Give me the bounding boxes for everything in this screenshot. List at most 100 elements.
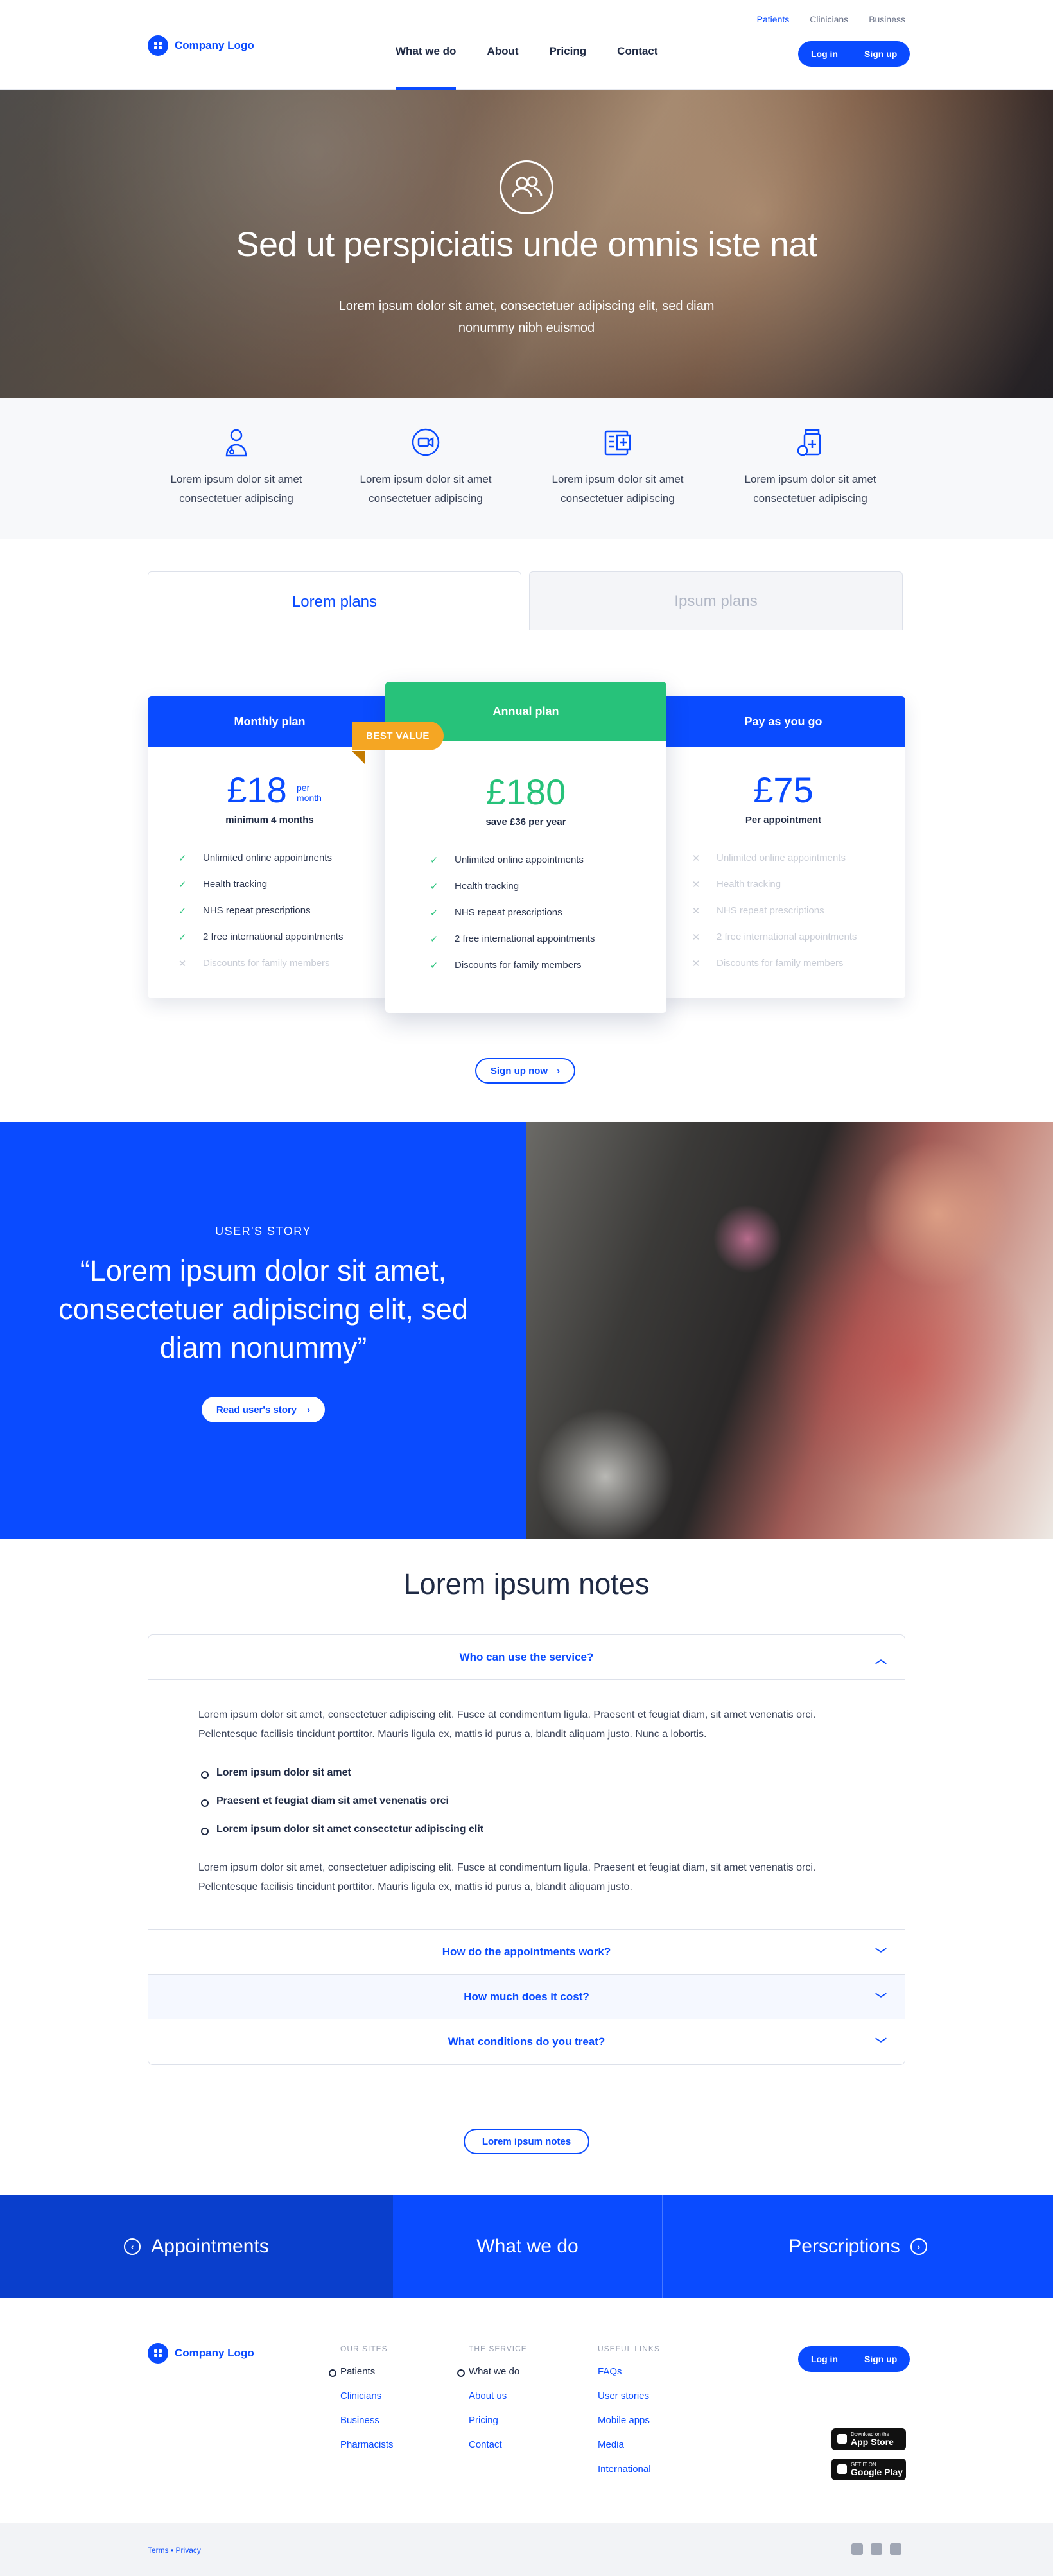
band-link-label: What we do: [476, 2236, 579, 2257]
app-store-badge[interactable]: Download on the App Store: [831, 2428, 906, 2450]
plan-feature: ✓ Health tracking: [178, 879, 268, 890]
notes-button[interactable]: Lorem ipsum notes: [464, 2129, 589, 2154]
chevron-down-icon: ﹀: [875, 2037, 887, 2050]
cross-icon: ✕: [692, 852, 701, 864]
plan-feature: ✓ NHS repeat prescriptions: [178, 905, 311, 917]
site-header: Patients Clinicians Business Company Log…: [0, 0, 1053, 90]
check-icon: ✓: [178, 852, 187, 864]
plan-feature: ✕ Unlimited online appointments: [692, 852, 846, 864]
logo-text: Company Logo: [175, 39, 254, 51]
plan-feature: ✕ NHS repeat prescriptions: [692, 905, 824, 917]
footer-link[interactable]: What we do: [457, 2366, 527, 2390]
plan-price: £180: [485, 772, 566, 812]
faq-bullets: Lorem ipsum dolor sit amet Praesent et f…: [201, 1763, 855, 1839]
faq-bullet: Lorem ipsum dolor sit amet: [201, 1763, 855, 1783]
band-link-prescriptions[interactable]: Perscriptions ›: [663, 2195, 1053, 2298]
main-nav: What we do About Pricing Contact: [396, 45, 657, 90]
footer-link[interactable]: Business: [340, 2415, 394, 2439]
faq-item[interactable]: What conditions do you treat? ﹀: [148, 2019, 905, 2064]
chevron-down-icon: ﹀: [875, 1993, 887, 2005]
faq-bullet: Praesent et feugiat diam sit amet venena…: [201, 1792, 855, 1811]
faq-question: How do the appointments work?: [442, 1945, 611, 1958]
company-logo[interactable]: Company Logo: [148, 35, 254, 56]
nav-what-we-do[interactable]: What we do: [396, 45, 457, 90]
cross-icon: ✕: [692, 931, 701, 943]
sign-up-now-button[interactable]: Sign up now ›: [475, 1058, 575, 1084]
footer-link[interactable]: About us: [469, 2390, 527, 2415]
plan-feature: ✓ Unlimited online appointments: [430, 854, 584, 866]
feature-text: Lorem ipsum dolor sit amet consectetuer …: [170, 473, 302, 505]
plan-feature-list: ✓ Unlimited online appointments ✓ Health t…: [385, 847, 666, 978]
faq-paragraph: Lorem ipsum dolor sit amet, consectetuer…: [198, 1862, 816, 1892]
plan-feature-list: ✕ Unlimited online appointments ✕ Health t…: [661, 845, 905, 976]
login-button[interactable]: Log in: [798, 41, 851, 67]
read-story-button[interactable]: Read user's story ›: [202, 1397, 325, 1422]
feature-text: Lorem ipsum dolor sit amet consectetuer …: [360, 473, 492, 505]
twitter-icon[interactable]: [871, 2543, 882, 2555]
user-story: USER'S STORY “Lorem ipsum dolor sit amet…: [0, 1122, 526, 1539]
band-link-appointments[interactable]: ‹ Appointments: [0, 2195, 393, 2298]
footer-link[interactable]: Contact: [469, 2439, 527, 2464]
plan-note: Per appointment: [745, 815, 822, 826]
util-link-patients[interactable]: Patients: [757, 14, 790, 24]
util-link-business[interactable]: Business: [869, 14, 905, 24]
footer-link[interactable]: User stories: [598, 2390, 660, 2415]
youtube-icon[interactable]: [890, 2543, 901, 2555]
footer-link[interactable]: Pricing: [469, 2415, 527, 2439]
legal-links[interactable]: Terms • Privacy: [148, 2546, 201, 2555]
logo-text: Company Logo: [175, 2347, 254, 2359]
facebook-icon[interactable]: [851, 2543, 863, 2555]
check-icon: ✓: [178, 905, 187, 917]
story-quote: “Lorem ipsum dolor sit amet, consectetue…: [58, 1254, 468, 1364]
plan-feature: ✓ 2 free international appointments: [430, 933, 595, 945]
users-icon: [500, 160, 553, 214]
signup-button[interactable]: Sign up: [851, 2346, 910, 2372]
doctor-icon: [225, 429, 247, 457]
hero-banner: Sed ut perspiciatis unde omnis iste nat …: [0, 90, 1053, 398]
band-link-label: Perscriptions: [788, 2236, 900, 2257]
footer-link[interactable]: Clinicians: [340, 2390, 394, 2415]
check-icon: ✓: [178, 931, 187, 943]
cross-icon: ✕: [178, 958, 187, 969]
story-kicker: USER'S STORY: [215, 1225, 311, 1238]
nav-contact[interactable]: Contact: [617, 45, 657, 90]
plan-price: £75: [753, 770, 814, 810]
util-link-clinicians[interactable]: Clinicians: [810, 14, 848, 24]
plan-feature: ✕ Discounts for family members: [178, 958, 330, 969]
footer-link[interactable]: FAQs: [598, 2366, 660, 2390]
login-button[interactable]: Log in: [798, 2346, 851, 2372]
band-link-what-we-do[interactable]: What we do: [393, 2195, 663, 2298]
signup-button[interactable]: Sign up: [851, 41, 910, 67]
tab-ipsum-plans[interactable]: Ipsum plans: [529, 571, 903, 630]
footer-link[interactable]: Mobile apps: [598, 2415, 660, 2439]
auth-buttons: Log in Sign up: [798, 41, 910, 67]
plan-feature: ✓ Health tracking: [430, 881, 519, 892]
footer-link[interactable]: Media: [598, 2439, 660, 2464]
badge-fold: [352, 751, 365, 764]
faq-item-open[interactable]: Who can use the service? ︿: [148, 1635, 905, 1680]
plan-feature: ✓ NHS repeat prescriptions: [430, 907, 562, 919]
nav-pricing[interactable]: Pricing: [550, 45, 587, 90]
faq-item[interactable]: How do the appointments work? ﹀: [148, 1930, 905, 1975]
nav-about[interactable]: About: [487, 45, 518, 90]
plan-feature: ✓ 2 free international appointments: [178, 931, 344, 943]
prescription-icon: [604, 430, 631, 456]
tab-lorem-plans[interactable]: Lorem plans: [148, 571, 521, 632]
plan-price: £18: [227, 770, 287, 810]
footer-link[interactable]: Pharmacists: [340, 2439, 394, 2464]
footer-link[interactable]: International: [598, 2464, 660, 2488]
hero-title: Sed ut perspiciatis unde omnis iste nat: [236, 225, 817, 264]
chevron-up-icon: ︿: [875, 1653, 887, 1666]
chevron-right-icon: ›: [557, 1065, 561, 1076]
faq-accordion: Who can use the service? ︿ Lorem ipsum d…: [148, 1634, 905, 2065]
google-play-badge[interactable]: GET IT ON Google Play: [831, 2459, 906, 2480]
footer-link[interactable]: Patients: [329, 2366, 394, 2390]
logo-icon: [148, 2343, 168, 2364]
video-call-icon: [412, 428, 440, 456]
feature-item: Lorem ipsum dolor sit amet consectetuer …: [153, 426, 320, 508]
faq-item[interactable]: How much does it cost? ﹀: [148, 1975, 905, 2019]
plan-feature: ✓ Discounts for family members: [430, 960, 582, 971]
footer-logo[interactable]: Company Logo: [148, 2343, 254, 2364]
plan-feature-list: ✓ Unlimited online appointments ✓ Health t…: [148, 845, 392, 976]
google-play-icon: [837, 2464, 847, 2474]
